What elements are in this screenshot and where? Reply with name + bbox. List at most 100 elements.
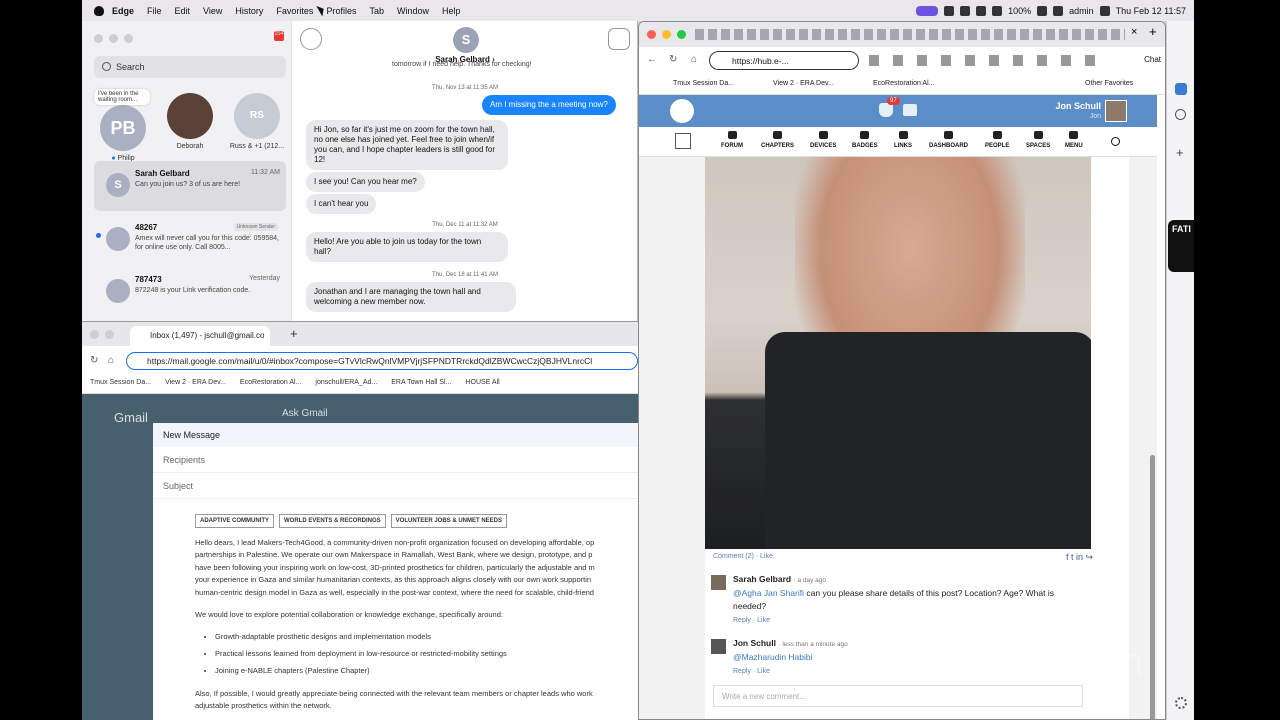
screen-share-icon[interactable] [916,5,939,16]
subject-field[interactable]: Subject [153,473,638,499]
url-input[interactable]: https://mail.google.com/mail/u/0/#inbox?… [126,352,638,370]
floating-overlay[interactable]: FATI [1168,220,1194,272]
reload-icon[interactable]: ↻ [90,355,98,366]
conversation-item[interactable]: 787473 Yesterday 872248 is your Link ver… [94,267,286,317]
search-icon[interactable] [1111,137,1120,146]
menu-edit[interactable]: Edit [175,6,191,16]
mention-link[interactable]: @Mazharudin Habibi [733,652,813,662]
message-bubble-received[interactable]: I can't hear you [306,194,377,214]
menu-view[interactable]: View [203,6,222,16]
reload-icon[interactable]: ↻ [669,54,677,65]
scrollbar[interactable] [1150,455,1155,719]
gmail-logo[interactable]: Gmail [114,410,148,425]
nav-chapters[interactable]: CHAPTERS [761,131,794,149]
sidebar-app-icon[interactable] [1175,83,1187,95]
menu-file[interactable]: File [147,6,162,16]
zoom-icon[interactable] [677,30,686,39]
url-input[interactable]: https://hub.e-... [709,51,859,70]
bookmark-item[interactable]: Tmux Session Da... [90,379,151,393]
nav-forum[interactable]: FORUM [721,131,743,149]
nav-dashboard[interactable]: DASHBOARD [929,131,968,149]
bookmark-item[interactable]: EcoRestoration Al... [873,80,934,87]
post-photo[interactable] [705,157,1091,549]
menu-tab[interactable]: Tab [369,6,384,16]
minimize-icon[interactable] [662,30,671,39]
menu-favorites[interactable]: Favorites [276,6,313,16]
bookmark-item[interactable]: Other Favorites [1085,80,1133,87]
home-icon[interactable]: ⌂ [108,355,114,366]
facetime-icon[interactable] [608,28,630,50]
message-bubble-received[interactable]: I see you! Can you hear me? [306,172,425,192]
menu-profiles[interactable]: Profiles [326,6,356,16]
extension-icons[interactable] [869,55,1099,66]
copilot-chat-button[interactable]: Chat [1144,55,1161,64]
comment-actions[interactable]: Reply · Like [733,617,770,624]
tag-chip[interactable]: VOLUNTEER JOBS & UNMET NEEDS [390,514,508,528]
menu-extra-icon[interactable] [976,5,987,16]
close-icon[interactable] [647,30,656,39]
qr-code-icon[interactable] [675,133,691,149]
bookmark-item[interactable]: View 2 · ERA Dev... [165,379,226,393]
message-bubble-received[interactable]: Hello! Are you able to join us today for… [306,232,508,262]
pinned-contact[interactable]: RS Russ & +1 (212... [222,91,292,150]
ask-gmail-button[interactable]: Ask Gmail [282,408,328,419]
compose-body[interactable]: Hello dears, I lead Makers-Tech4Good, a … [195,537,638,712]
nav-links[interactable]: LINKS [894,131,912,149]
user-name[interactable]: Jon Schull [1055,101,1101,111]
menu-help[interactable]: Help [442,6,461,16]
pinned-contact[interactable]: Deborah [155,91,225,150]
enable-logo-icon[interactable] [670,99,694,123]
compose-icon[interactable] [300,28,322,50]
close-icon[interactable] [94,34,103,43]
bookmark-item[interactable]: jonschull/ERA_Ad... [315,379,377,393]
pinned-contact[interactable]: PB I've been in the waiting room... ● Ph… [88,89,158,162]
clock[interactable]: Thu Feb 12 11:57 [1116,6,1186,16]
conversation-item[interactable]: S Sarah Gelbard 11:32 AM Can you join us… [94,161,286,211]
nav-spaces[interactable]: SPACES [1026,131,1050,149]
avatar[interactable] [711,575,726,590]
user-name[interactable]: admin [1069,6,1094,16]
search-icon[interactable] [1175,109,1186,120]
wifi-icon[interactable] [992,5,1003,16]
menu-extra-icon[interactable] [960,5,971,16]
nav-menu[interactable]: MENU [1065,131,1083,149]
comment-author[interactable]: Jon Schull [733,638,776,648]
nav-people[interactable]: PEOPLE [985,131,1009,149]
bookmark-item[interactable]: HOUSE All [465,379,499,393]
close-icon[interactable] [90,330,99,339]
avatar[interactable] [711,639,726,654]
bookmark-item[interactable]: ERA Town Hall Sl... [391,379,451,393]
bookmark-item[interactable]: Tmux Session Da... [673,80,734,87]
battery-icon[interactable] [1037,5,1048,16]
nav-devices[interactable]: DEVICES [810,131,836,149]
new-tab-icon[interactable]: + [1149,24,1157,39]
minimize-icon[interactable] [105,330,114,339]
gear-icon[interactable] [1175,697,1187,709]
nav-badges[interactable]: BADGES [852,131,878,149]
conversation-item[interactable]: 48267 Unknown Sender Amex will never cal… [94,215,286,265]
add-icon[interactable]: + [1176,145,1184,160]
menu-extra-icon[interactable] [944,5,955,16]
bookmark-item[interactable]: EcoRestoration Al... [240,379,301,393]
message-bubble-received[interactable]: Jonathan and I are managing the town hal… [306,282,516,312]
close-tab-icon[interactable]: × [1131,26,1137,38]
avatar[interactable] [1105,100,1127,122]
comment-author[interactable]: Sarah Gelbard [733,574,791,584]
minimize-icon[interactable] [109,34,118,43]
post-actions[interactable]: Comment (2) · Like [713,553,773,560]
share-icons[interactable]: f t in ↪ [1066,552,1093,563]
zoom-icon[interactable] [124,34,133,43]
new-tab-icon[interactable]: + [290,326,298,341]
menu-history[interactable]: History [235,6,263,16]
search-input[interactable]: Search [94,56,286,78]
message-bubble-received[interactable]: Hi Jon, so far it's just me on zoom for … [306,120,508,170]
back-icon[interactable]: ← [647,54,657,65]
recipients-field[interactable]: Recipients [153,447,638,473]
menu-app[interactable]: Edge [112,6,134,16]
home-icon[interactable]: ⌂ [691,54,697,65]
tab-gmail-inbox[interactable]: Inbox (1,497) - jschull@gmail.co [130,326,270,346]
bookmark-item[interactable]: View 2 · ERA Dev... [773,80,834,87]
avatar[interactable]: S [453,27,479,53]
mail-icon[interactable] [903,104,917,116]
tab-favicons[interactable] [695,29,1125,40]
